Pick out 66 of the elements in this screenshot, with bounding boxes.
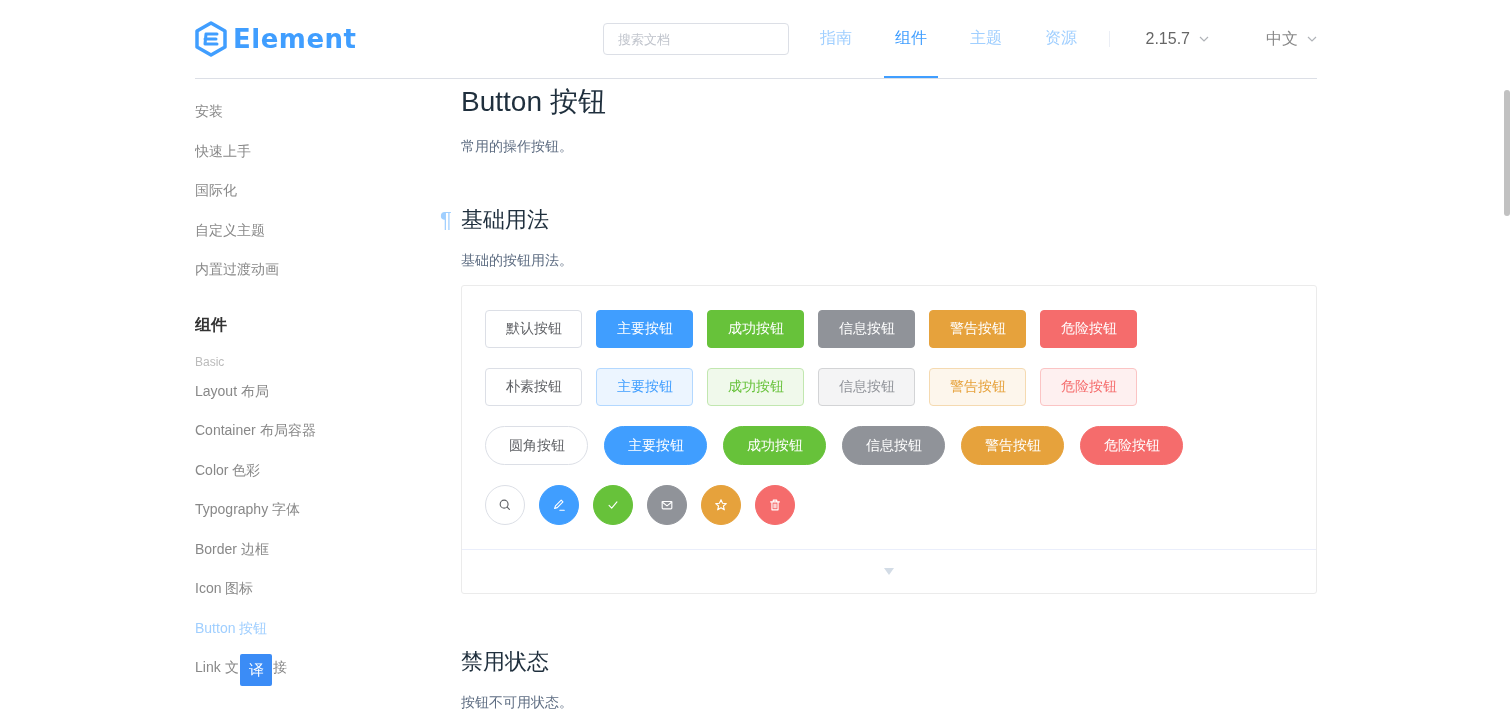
demo-button[interactable]: 默认按钮	[485, 310, 582, 348]
section-title: 基础用法	[461, 206, 549, 234]
translate-button[interactable]: 译	[240, 654, 272, 686]
nav-tab[interactable]: 组件	[883, 0, 938, 78]
scrollbar[interactable]	[1504, 90, 1510, 216]
icon-button[interactable]	[539, 485, 579, 525]
sidebar-group-title: 组件	[195, 314, 227, 335]
sidebar-item[interactable]: Icon 图标	[195, 569, 254, 609]
demo-button[interactable]: 主要按钮	[596, 310, 693, 348]
sidebar-item[interactable]: 安装	[195, 92, 223, 132]
demo-button[interactable]: 信息按钮	[842, 426, 945, 465]
section-description: 基础的按钮用法。	[461, 251, 573, 270]
nav-tab[interactable]: 主题	[958, 0, 1013, 78]
demo-button[interactable]: 圆角按钮	[485, 426, 588, 465]
search-field[interactable]: 搜索文档	[602, 23, 789, 55]
sidebar-item[interactable]: Color 色彩	[195, 450, 261, 490]
logo-icon	[195, 21, 227, 57]
mail-icon	[660, 498, 674, 512]
version-dropdown[interactable]: 2.15.7	[1145, 30, 1209, 48]
sidebar-item[interactable]: 快速上手	[195, 131, 251, 171]
sidebar-item[interactable]: Container 布局容器	[195, 411, 316, 451]
pencil-icon	[552, 498, 566, 512]
sidebar-item-fragment: 接	[272, 658, 287, 677]
icon-button[interactable]	[593, 485, 633, 525]
nav-tab[interactable]: 指南	[808, 0, 863, 78]
sidebar-item[interactable]: 内置过渡动画	[195, 250, 279, 290]
caret-icon	[884, 568, 894, 575]
demo-button[interactable]: 危险按钮	[1080, 426, 1183, 465]
section-title: 禁用状态	[461, 648, 549, 676]
demo-button[interactable]: 主要按钮	[596, 368, 693, 406]
sidebar-item[interactable]: 自定义主题	[195, 210, 265, 250]
sidebar-item[interactable]: Border 边框	[195, 529, 269, 569]
star-icon	[714, 498, 728, 512]
demo-button[interactable]: 警告按钮	[929, 368, 1026, 406]
demo-button[interactable]: 主要按钮	[604, 426, 707, 465]
search-icon	[498, 498, 512, 512]
sidebar-item[interactable]: Typography 字体	[195, 490, 301, 530]
icon-button[interactable]	[755, 485, 795, 525]
demo-button[interactable]: 警告按钮	[929, 310, 1026, 348]
page-subtitle: 常用的操作按钮。	[461, 137, 573, 156]
nav-tab[interactable]: 资源	[1033, 0, 1088, 78]
demo-button[interactable]: 信息按钮	[818, 310, 915, 348]
sidebar-item[interactable]: Link 文	[195, 648, 239, 688]
icon-button[interactable]	[701, 485, 741, 525]
demo-button[interactable]: 成功按钮	[723, 426, 826, 465]
icon-button[interactable]	[647, 485, 687, 525]
demo-button[interactable]: 成功按钮	[707, 310, 804, 348]
caret-icon	[1199, 36, 1209, 42]
demo-button[interactable]: 朴素按钮	[485, 368, 582, 406]
page-title: Button 按钮	[461, 87, 607, 117]
trash-icon	[768, 498, 782, 512]
anchor-link[interactable]: ¶	[440, 207, 452, 233]
caret-icon	[1307, 36, 1317, 42]
demo-button[interactable]: 危险按钮	[1040, 310, 1137, 348]
sidebar-item[interactable]: Layout 布局	[195, 371, 269, 411]
check-icon	[606, 498, 620, 512]
language-dropdown[interactable]: 中文	[1266, 28, 1317, 50]
demo-button[interactable]: 信息按钮	[818, 368, 915, 406]
sidebar-category: Basic	[195, 353, 225, 371]
demo-button[interactable]: 危险按钮	[1040, 368, 1137, 406]
logo-text: Element	[233, 24, 357, 54]
sidebar-item[interactable]: 国际化	[195, 171, 237, 211]
sidebar-item[interactable]: Button 按钮	[195, 608, 268, 648]
demo-button[interactable]: 成功按钮	[707, 368, 804, 406]
section-description: 按钮不可用状态。	[461, 693, 573, 711]
demo-button[interactable]: 警告按钮	[961, 426, 1064, 465]
